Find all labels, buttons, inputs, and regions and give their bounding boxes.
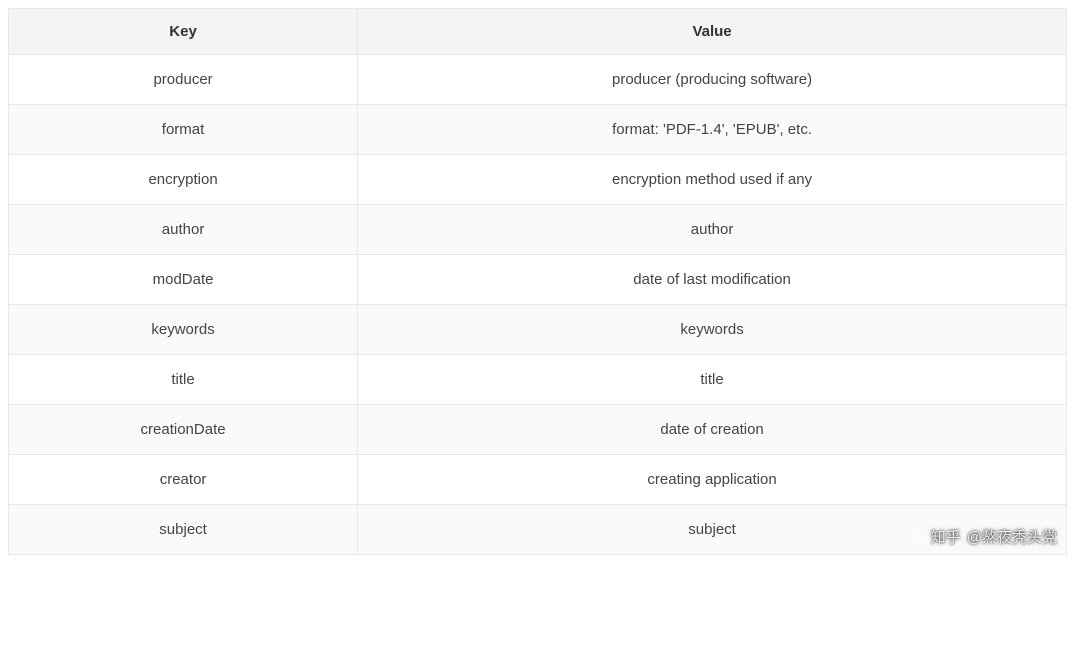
- table-row: creationDate date of creation: [9, 405, 1067, 455]
- table-header-row: Key Value: [9, 9, 1067, 55]
- table-row: encryption encryption method used if any: [9, 155, 1067, 205]
- table-row: modDate date of last modification: [9, 255, 1067, 305]
- cell-value: date of creation: [358, 405, 1067, 455]
- metadata-table: Key Value producer producer (producing s…: [8, 8, 1067, 555]
- cell-key: author: [9, 205, 358, 255]
- table-row: creator creating application: [9, 455, 1067, 505]
- cell-value: encryption method used if any: [358, 155, 1067, 205]
- cell-key: format: [9, 105, 358, 155]
- table-row: format format: 'PDF-1.4', 'EPUB', etc.: [9, 105, 1067, 155]
- table-row: producer producer (producing software): [9, 55, 1067, 105]
- table-row: subject subject: [9, 505, 1067, 555]
- cell-key: subject: [9, 505, 358, 555]
- cell-value: title: [358, 355, 1067, 405]
- column-header-key: Key: [9, 9, 358, 55]
- cell-value: keywords: [358, 305, 1067, 355]
- cell-key: producer: [9, 55, 358, 105]
- column-header-value: Value: [358, 9, 1067, 55]
- cell-key: modDate: [9, 255, 358, 305]
- table-row: author author: [9, 205, 1067, 255]
- cell-key: keywords: [9, 305, 358, 355]
- table-row: keywords keywords: [9, 305, 1067, 355]
- cell-value: producer (producing software): [358, 55, 1067, 105]
- cell-value: format: 'PDF-1.4', 'EPUB', etc.: [358, 105, 1067, 155]
- cell-value: creating application: [358, 455, 1067, 505]
- cell-key: creator: [9, 455, 358, 505]
- cell-value: date of last modification: [358, 255, 1067, 305]
- cell-value: subject: [358, 505, 1067, 555]
- cell-key: encryption: [9, 155, 358, 205]
- cell-value: author: [358, 205, 1067, 255]
- cell-key: title: [9, 355, 358, 405]
- table-row: title title: [9, 355, 1067, 405]
- cell-key: creationDate: [9, 405, 358, 455]
